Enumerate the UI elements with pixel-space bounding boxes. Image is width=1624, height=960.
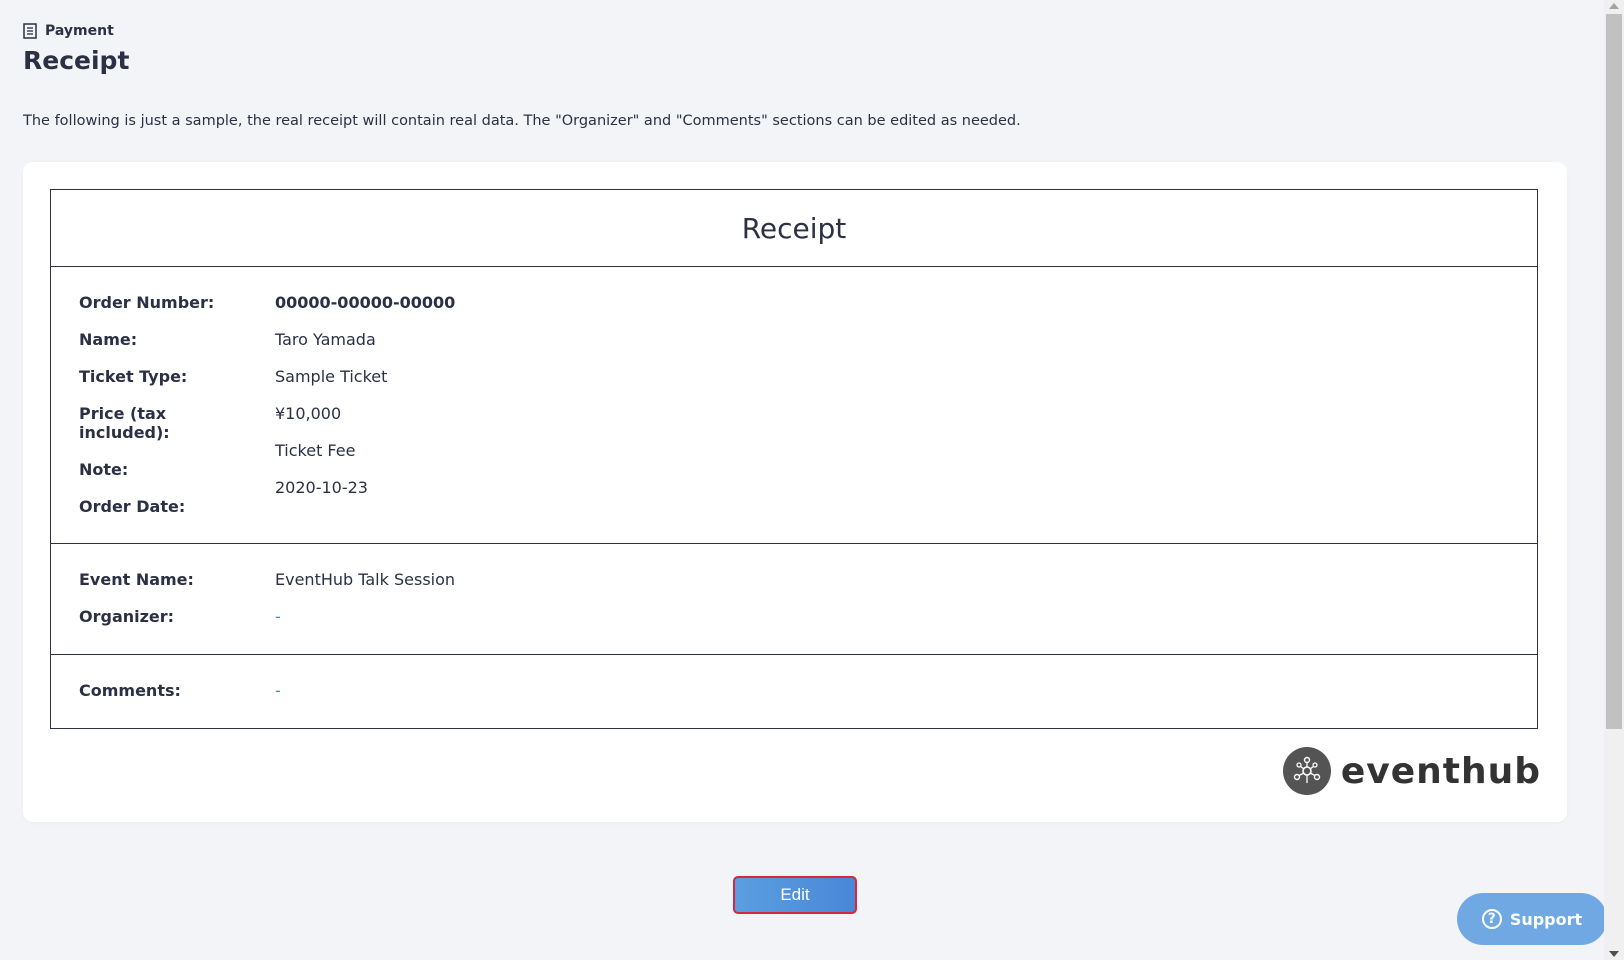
receipt-icon (23, 23, 37, 39)
receipt-card: Receipt Order Number: 00000-00000-00000 … (23, 162, 1567, 822)
order-date-value: 2020-10-23 (275, 478, 368, 497)
receipt-heading: Receipt (51, 190, 1537, 267)
scroll-thumb[interactable] (1606, 14, 1622, 729)
note-value: Ticket Fee (275, 441, 356, 460)
organizer-label: Organizer: (79, 607, 175, 626)
note-label: Note: (79, 460, 129, 479)
comments-value: - (275, 681, 281, 700)
organizer-value: - (275, 607, 281, 626)
name-label: Name: (79, 330, 138, 349)
eventhub-logo: eventhub (1282, 747, 1541, 795)
eventhub-logo-text: eventhub (1340, 750, 1541, 792)
page-description: The following is just a sample, the real… (23, 113, 1021, 129)
event-name-value: EventHub Talk Session (275, 570, 456, 589)
page: Payment Receipt The following is just a … (0, 0, 1624, 960)
support-button[interactable]: ? Support (1457, 893, 1607, 945)
edit-button[interactable]: Edit (733, 876, 857, 914)
eventhub-logo-icon (1282, 747, 1331, 795)
support-label: Support (1509, 909, 1583, 929)
name-value: Taro Yamada (275, 330, 376, 349)
ticket-type-value: Sample Ticket (275, 367, 388, 386)
event-section: Event Name: EventHub Talk Session Organi… (51, 544, 1537, 655)
breadcrumb-label: Payment (45, 23, 114, 39)
comments-section: Comments: - (51, 655, 1537, 728)
price-label: Price (tax included): (79, 404, 170, 442)
page-title: Receipt (23, 46, 130, 75)
price-value: ¥10,000 (275, 404, 342, 423)
order-number-label: Order Number: (79, 293, 215, 312)
vertical-scrollbar[interactable] (1604, 0, 1624, 960)
scroll-up-arrow-icon[interactable] (1609, 3, 1619, 9)
order-date-label: Order Date: (79, 497, 186, 516)
question-circle-icon: ? (1481, 909, 1502, 929)
event-name-label: Event Name: (79, 570, 194, 589)
receipt-preview: Receipt Order Number: 00000-00000-00000 … (50, 189, 1538, 729)
ticket-type-label: Ticket Type: (79, 367, 188, 386)
order-number-value: 00000-00000-00000 (275, 293, 456, 312)
comments-label: Comments: (79, 681, 181, 700)
main-content: Payment Receipt The following is just a … (0, 0, 1604, 960)
scroll-down-arrow-icon[interactable] (1609, 951, 1619, 957)
breadcrumb: Payment (23, 23, 114, 39)
order-section: Order Number: 00000-00000-00000 Name: Ta… (51, 267, 1537, 544)
